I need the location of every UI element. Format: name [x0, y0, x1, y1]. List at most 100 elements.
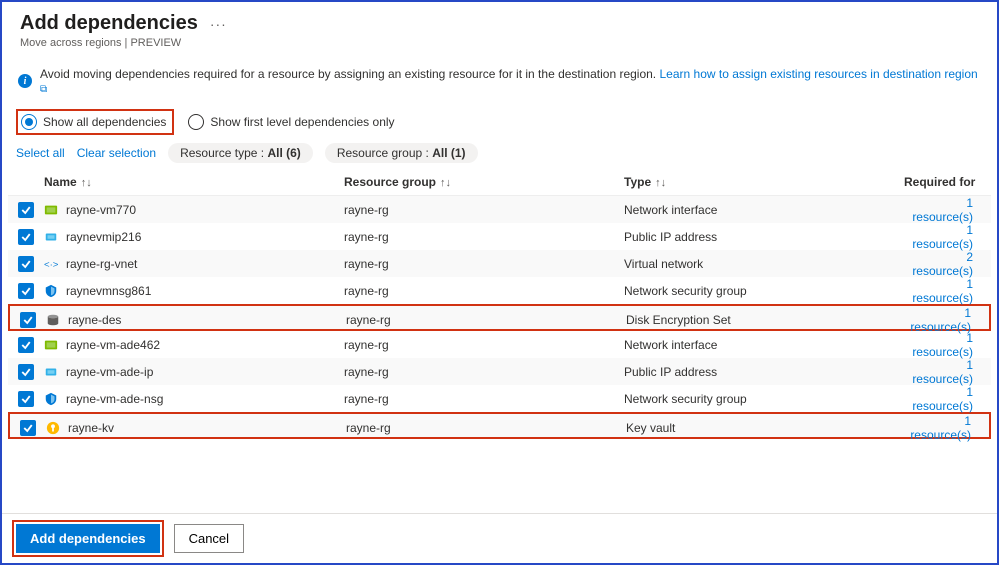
table-body: rayne-vm770 rayne-rg Network interface 1…	[8, 196, 991, 439]
row-name: rayne-kv	[68, 421, 114, 435]
row-type: Network interface	[624, 203, 904, 217]
row-resource-group: rayne-rg	[346, 313, 626, 327]
info-text: Avoid moving dependencies required for a…	[40, 67, 656, 81]
row-checkbox[interactable]	[20, 420, 36, 436]
radio-unselected-icon	[188, 114, 204, 130]
row-checkbox[interactable]	[18, 283, 34, 299]
highlight-show-all: Show all dependencies	[16, 109, 174, 135]
table-row[interactable]: rayne-kv rayne-rg Key vault 1 resource(s…	[8, 412, 991, 439]
row-name: rayne-vm-ade-nsg	[66, 392, 163, 406]
row-name-cell: rayne-vm-ade462	[44, 338, 344, 352]
row-required-for-link[interactable]: 1 resource(s)	[904, 196, 981, 224]
row-required-for-link[interactable]: 1 resource(s)	[904, 331, 981, 359]
table-header: Name↑↓ Resource group↑↓ Type↑↓ Required …	[8, 169, 991, 196]
nsg-icon	[44, 284, 58, 298]
table-row[interactable]: raynevmnsg861 rayne-rg Network security …	[8, 277, 991, 304]
row-name-cell: rayne-vm-ade-ip	[44, 365, 344, 379]
table-row[interactable]: rayne-des rayne-rg Disk Encryption Set 1…	[8, 304, 991, 331]
row-name: rayne-vm770	[66, 203, 136, 217]
col-resource-group[interactable]: Resource group↑↓	[344, 175, 624, 189]
table-row[interactable]: <·> rayne-rg-vnet rayne-rg Virtual netwo…	[8, 250, 991, 277]
page-subtitle: Move across regions | PREVIEW	[20, 37, 979, 49]
col-required-for[interactable]: Required for	[904, 175, 981, 189]
more-icon[interactable]: ···	[210, 16, 227, 32]
row-required-for-link[interactable]: 2 resource(s)	[904, 250, 981, 278]
row-name-cell: <·> rayne-rg-vnet	[44, 257, 344, 271]
clear-selection-link[interactable]: Clear selection	[77, 146, 156, 160]
row-checkbox[interactable]	[20, 312, 36, 328]
kv-icon	[46, 421, 60, 435]
nsg-icon	[44, 392, 58, 406]
row-required-for-link[interactable]: 1 resource(s)	[904, 223, 981, 251]
row-type: Network security group	[624, 284, 904, 298]
nic-icon	[44, 203, 58, 217]
row-checkbox[interactable]	[18, 229, 34, 245]
sort-icon: ↑↓	[440, 177, 451, 189]
row-checkbox[interactable]	[18, 391, 34, 407]
dependency-scope-options: Show all dependencies Show first level d…	[16, 109, 983, 135]
row-type: Network security group	[624, 392, 904, 406]
col-name[interactable]: Name↑↓	[44, 175, 344, 189]
table-row[interactable]: raynevmip216 rayne-rg Public IP address …	[8, 223, 991, 250]
row-name: raynevmnsg861	[66, 284, 151, 298]
page-title: Add dependencies	[20, 12, 198, 35]
table-row[interactable]: rayne-vm-ade-ip rayne-rg Public IP addre…	[8, 358, 991, 385]
row-name-cell: rayne-des	[46, 313, 346, 327]
table-row[interactable]: rayne-vm-ade-nsg rayne-rg Network securi…	[8, 385, 991, 412]
row-name-cell: raynevmip216	[44, 230, 344, 244]
row-type: Public IP address	[624, 230, 904, 244]
row-checkbox[interactable]	[18, 256, 34, 272]
row-type: Disk Encryption Set	[626, 313, 906, 327]
sort-icon: ↑↓	[655, 177, 666, 189]
row-name: rayne-vm-ade462	[66, 338, 160, 352]
sort-icon: ↑↓	[81, 177, 92, 189]
row-checkbox[interactable]	[18, 337, 34, 353]
row-resource-group: rayne-rg	[344, 284, 624, 298]
row-required-for-link[interactable]: 1 resource(s)	[904, 358, 981, 386]
filter-resource-type[interactable]: Resource type : All (6)	[168, 143, 313, 163]
pip-icon	[44, 230, 58, 244]
radio-selected-icon	[21, 114, 37, 130]
external-link-icon: ⧉	[40, 84, 47, 95]
row-type: Key vault	[626, 421, 906, 435]
table-row[interactable]: rayne-vm770 rayne-rg Network interface 1…	[8, 196, 991, 223]
row-required-for-link[interactable]: 1 resource(s)	[906, 306, 979, 334]
select-all-link[interactable]: Select all	[16, 146, 65, 160]
add-dependencies-button[interactable]: Add dependencies	[16, 524, 160, 553]
cancel-button[interactable]: Cancel	[174, 524, 244, 553]
add-dependencies-panel: Add dependencies ··· Move across regions…	[0, 0, 999, 565]
table-row[interactable]: rayne-vm-ade462 rayne-rg Network interfa…	[8, 331, 991, 358]
col-type[interactable]: Type↑↓	[624, 175, 904, 189]
filter-row: Select all Clear selection Resource type…	[16, 143, 983, 163]
vnet-icon: <·>	[44, 257, 58, 271]
row-resource-group: rayne-rg	[344, 392, 624, 406]
svg-text:<·>: <·>	[44, 260, 58, 271]
row-name: raynevmip216	[66, 230, 141, 244]
row-name: rayne-des	[68, 313, 121, 327]
row-resource-group: rayne-rg	[344, 203, 624, 217]
filter-resource-group[interactable]: Resource group : All (1)	[325, 143, 478, 163]
row-required-for-link[interactable]: 1 resource(s)	[904, 385, 981, 413]
des-icon	[46, 313, 60, 327]
row-type: Public IP address	[624, 365, 904, 379]
row-name: rayne-vm-ade-ip	[66, 365, 153, 379]
row-required-for-link[interactable]: 1 resource(s)	[906, 414, 979, 442]
footer: Add dependencies Cancel	[2, 513, 997, 563]
row-resource-group: rayne-rg	[344, 257, 624, 271]
info-icon: i	[18, 74, 32, 88]
row-name-cell: rayne-kv	[46, 421, 346, 435]
radio-show-all[interactable]: Show all dependencies	[21, 114, 166, 130]
radio-show-first-level[interactable]: Show first level dependencies only	[188, 114, 394, 130]
row-checkbox[interactable]	[18, 364, 34, 380]
row-resource-group: rayne-rg	[344, 338, 624, 352]
dependencies-table: Name↑↓ Resource group↑↓ Type↑↓ Required …	[8, 169, 991, 513]
row-type: Network interface	[624, 338, 904, 352]
info-bar: i Avoid moving dependencies required for…	[18, 67, 981, 95]
pip-icon	[44, 365, 58, 379]
header: Add dependencies ··· Move across regions…	[2, 2, 997, 53]
row-name-cell: rayne-vm-ade-nsg	[44, 392, 344, 406]
row-checkbox[interactable]	[18, 202, 34, 218]
row-name-cell: rayne-vm770	[44, 203, 344, 217]
row-required-for-link[interactable]: 1 resource(s)	[904, 277, 981, 305]
row-resource-group: rayne-rg	[346, 421, 626, 435]
